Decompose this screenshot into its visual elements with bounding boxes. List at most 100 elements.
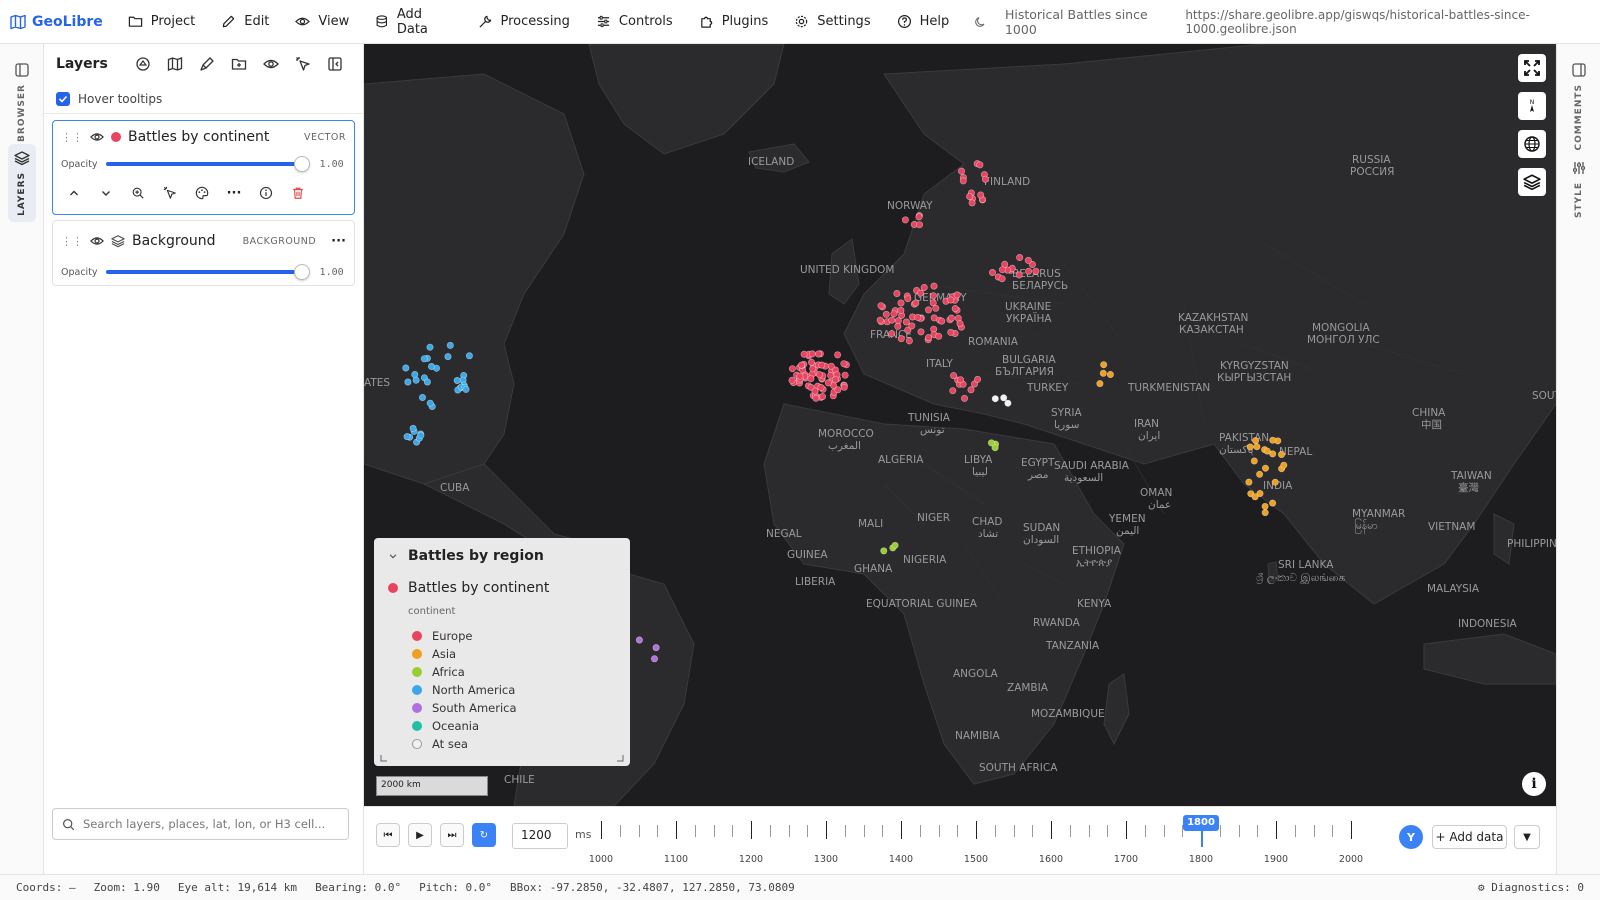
battle-point[interactable] bbox=[841, 371, 849, 379]
battle-point[interactable] bbox=[800, 350, 808, 358]
rail-tab-comments[interactable]: COMMENTS bbox=[1565, 56, 1593, 156]
globe-button[interactable] bbox=[1518, 130, 1546, 158]
battle-point[interactable] bbox=[812, 394, 820, 402]
battle-point[interactable] bbox=[1246, 443, 1254, 451]
battle-point[interactable] bbox=[417, 431, 425, 439]
battle-point[interactable] bbox=[1263, 447, 1271, 455]
resize-corner-icon[interactable] bbox=[616, 754, 624, 762]
trash-icon[interactable] bbox=[289, 184, 307, 202]
menu-processing[interactable]: Processing bbox=[465, 0, 583, 44]
battle-point[interactable] bbox=[894, 322, 902, 330]
loop-button[interactable]: ↻ bbox=[472, 823, 496, 847]
battle-point[interactable] bbox=[947, 328, 955, 336]
battle-point[interactable] bbox=[446, 341, 454, 349]
rail-tab-style[interactable]: STYLE bbox=[1565, 154, 1593, 224]
battle-point[interactable] bbox=[932, 304, 940, 312]
interval-input[interactable]: 1200 bbox=[512, 823, 568, 849]
battle-point[interactable] bbox=[824, 379, 832, 387]
battle-point[interactable] bbox=[807, 375, 815, 383]
battle-point[interactable] bbox=[1280, 461, 1288, 469]
menu-add-data[interactable]: Add Data bbox=[362, 0, 464, 44]
info-icon[interactable] bbox=[257, 184, 275, 202]
battle-point[interactable] bbox=[420, 355, 428, 363]
battle-point[interactable] bbox=[1271, 478, 1279, 486]
battle-point[interactable] bbox=[428, 362, 436, 370]
battle-point[interactable] bbox=[915, 213, 923, 221]
resize-corner-icon[interactable] bbox=[380, 754, 388, 762]
layer-search-input[interactable]: Search layers, places, lat, lon, or H3 c… bbox=[52, 808, 349, 840]
timeline-cursor[interactable]: 1800 bbox=[1183, 815, 1219, 831]
layer-card-battles[interactable]: ⋮⋮ Battles by continent VECTOR Opacity 1… bbox=[52, 120, 355, 215]
menu-project[interactable]: Project bbox=[115, 0, 208, 44]
battle-point[interactable] bbox=[1245, 478, 1253, 486]
battle-point[interactable] bbox=[988, 269, 996, 277]
battle-point[interactable] bbox=[929, 292, 937, 300]
battle-point[interactable] bbox=[920, 284, 928, 292]
layer-card-background[interactable]: ⋮⋮ Background BACKGROUND ··· Opacity 1.0… bbox=[52, 220, 355, 286]
battle-point[interactable] bbox=[1261, 502, 1269, 510]
battle-point[interactable] bbox=[403, 433, 411, 441]
menu-plugins[interactable]: Plugins bbox=[686, 0, 782, 44]
timeline-track[interactable]: 1000 1100 1200 1300 1400 1500 1600 1700 1800 1900… bbox=[589, 807, 1363, 875]
status-diagnostics[interactable]: ⚙ Diagnostics: 0 bbox=[1478, 881, 1584, 894]
battle-point[interactable] bbox=[991, 395, 999, 403]
battle-point[interactable] bbox=[959, 177, 967, 185]
battle-point[interactable] bbox=[916, 289, 924, 297]
battle-point[interactable] bbox=[652, 644, 660, 652]
battle-point[interactable] bbox=[960, 394, 968, 402]
battle-point[interactable] bbox=[888, 316, 896, 324]
battle-point[interactable] bbox=[840, 360, 848, 368]
opacity-slider-knob[interactable] bbox=[293, 264, 310, 280]
battle-point[interactable] bbox=[818, 361, 826, 369]
battle-point[interactable] bbox=[788, 365, 796, 373]
share-url[interactable]: https://share.geolibre.app/giswqs/histor… bbox=[1185, 8, 1600, 36]
battle-point[interactable] bbox=[917, 328, 925, 336]
battle-point[interactable] bbox=[411, 370, 419, 378]
battle-point[interactable] bbox=[890, 310, 898, 318]
battle-point[interactable] bbox=[951, 305, 959, 313]
more-icon[interactable]: ··· bbox=[331, 234, 346, 249]
battle-point[interactable] bbox=[834, 386, 842, 394]
battle-point[interactable] bbox=[897, 306, 905, 314]
battle-point[interactable] bbox=[912, 299, 920, 307]
battle-point[interactable] bbox=[1100, 361, 1108, 369]
move-up-icon[interactable] bbox=[65, 184, 83, 202]
battle-point[interactable] bbox=[966, 193, 974, 201]
battle-point[interactable] bbox=[418, 393, 426, 401]
battle-point[interactable] bbox=[1106, 370, 1114, 378]
battle-point[interactable] bbox=[1015, 271, 1023, 279]
battle-point[interactable] bbox=[807, 358, 815, 366]
battle-point[interactable] bbox=[924, 306, 932, 314]
battle-point[interactable] bbox=[977, 191, 985, 199]
fullscreen-button[interactable] bbox=[1518, 54, 1546, 82]
battle-point[interactable] bbox=[402, 364, 410, 372]
battle-point[interactable] bbox=[901, 216, 909, 224]
battle-point[interactable] bbox=[834, 351, 842, 359]
battle-point[interactable] bbox=[1256, 470, 1264, 478]
eye-icon[interactable] bbox=[90, 234, 104, 248]
battle-point[interactable] bbox=[1252, 437, 1260, 445]
select-icon[interactable] bbox=[294, 55, 312, 73]
battle-point[interactable] bbox=[914, 313, 922, 321]
battle-point[interactable] bbox=[444, 353, 452, 361]
compass-button[interactable]: N bbox=[1518, 92, 1546, 120]
battle-point[interactable] bbox=[968, 199, 976, 207]
skip-back-button[interactable]: ⏮ bbox=[376, 823, 400, 847]
battle-point[interactable] bbox=[882, 310, 890, 318]
battle-point[interactable] bbox=[831, 376, 839, 384]
menu-settings[interactable]: Settings bbox=[781, 0, 883, 44]
add-data-dropdown[interactable]: ▼ bbox=[1514, 825, 1540, 849]
hover-tooltips-checkbox[interactable] bbox=[56, 91, 70, 106]
battle-point[interactable] bbox=[815, 350, 823, 358]
battle-point[interactable] bbox=[809, 365, 817, 373]
battle-point[interactable] bbox=[465, 352, 473, 360]
battle-point[interactable] bbox=[987, 439, 995, 447]
battle-point[interactable] bbox=[1016, 254, 1024, 262]
battle-point[interactable] bbox=[1269, 436, 1277, 444]
battle-point[interactable] bbox=[957, 167, 965, 175]
battle-point[interactable] bbox=[880, 547, 888, 555]
rail-tab-browser[interactable]: BROWSER bbox=[8, 56, 36, 148]
drag-handle-icon[interactable]: ⋮⋮ bbox=[61, 131, 83, 144]
battle-point[interactable] bbox=[1253, 443, 1261, 451]
battle-point[interactable] bbox=[1025, 267, 1033, 275]
